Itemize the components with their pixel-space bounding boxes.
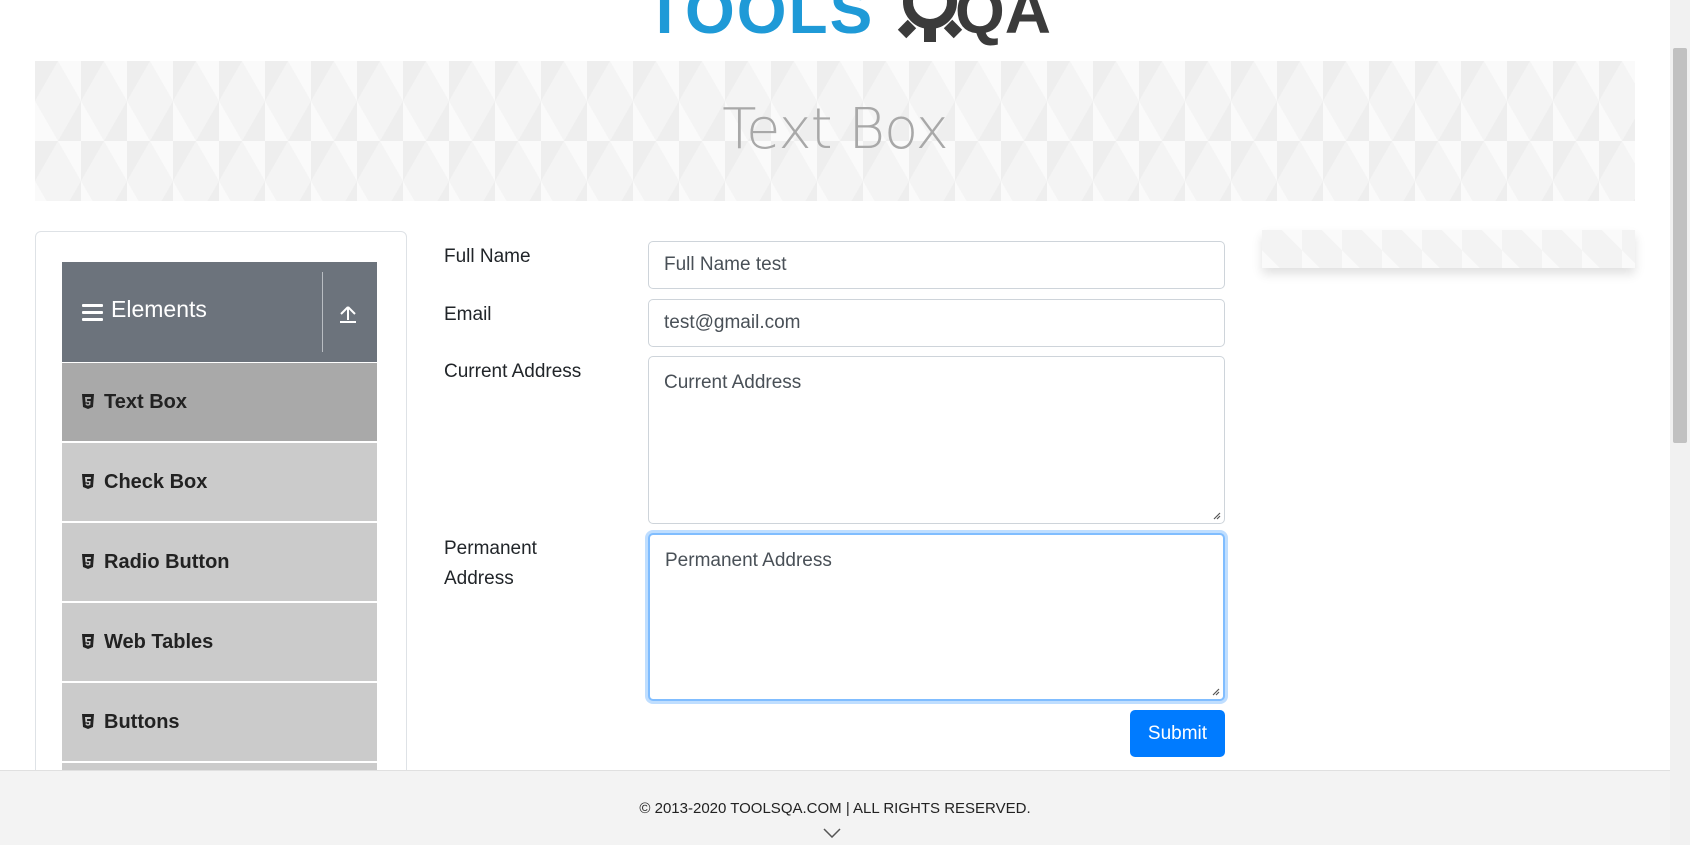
submit-button[interactable]: Submit [1130, 710, 1225, 757]
resize-grip-icon[interactable] [1211, 510, 1221, 520]
current-address-textarea[interactable]: Current Address [648, 356, 1225, 524]
html5-icon [82, 634, 94, 649]
resize-grip-icon[interactable] [1210, 686, 1220, 696]
sidebar-item-label: Text Box [104, 391, 187, 413]
sidebar-group-title: Elements [111, 296, 207, 322]
footer-copyright: © 2013-2020 TOOLSQA.COM | ALL RIGHTS RES… [639, 800, 1031, 817]
page-scrollbar[interactable] [1670, 0, 1690, 845]
upload-arrow-icon[interactable] [336, 302, 360, 326]
email-value: test@gmail.com [664, 312, 801, 333]
hamburger-icon [82, 304, 103, 322]
sidebar-item-radio-button[interactable]: Radio Button [62, 523, 377, 601]
scrollbar-thumb[interactable] [1673, 48, 1687, 443]
full-name-input[interactable]: Full Name test [648, 241, 1225, 289]
sidebar-item-label: Web Tables [104, 631, 214, 653]
sidebar-item-web-tables[interactable]: Web Tables [62, 603, 377, 681]
chevron-down-icon[interactable] [823, 828, 841, 838]
sidebar-item-label: Buttons [104, 711, 180, 733]
page-banner: Text Box [35, 61, 1635, 201]
permanent-address-label: Permanent Address [444, 534, 537, 594]
current-address-placeholder: Current Address [664, 372, 802, 393]
sidebar-item-check-box[interactable]: Check Box [62, 443, 377, 521]
email-input[interactable]: test@gmail.com [648, 299, 1225, 347]
full-name-label: Full Name [444, 246, 531, 267]
permanent-address-placeholder: Permanent Address [665, 550, 832, 571]
page: TOOLS QA Text Box Elements Text Box Chec… [0, 0, 1690, 845]
sidebar-group-elements[interactable]: Elements [62, 262, 377, 362]
permanent-address-label-line2: Address [444, 568, 514, 589]
sidebar-item-label: Check Box [104, 471, 208, 493]
header-divider [322, 272, 323, 352]
logo-text-tools: TOOLS [645, 0, 875, 47]
permanent-address-textarea[interactable]: Permanent Address [648, 533, 1225, 701]
sidebar-item-label: Radio Button [104, 551, 230, 573]
sidebar-item-text-box[interactable]: Text Box [62, 363, 377, 441]
footer: © 2013-2020 TOOLSQA.COM | ALL RIGHTS RES… [0, 770, 1670, 845]
html5-icon [82, 714, 94, 729]
site-logo[interactable]: TOOLS QA [645, 0, 1051, 49]
full-name-value: Full Name test [664, 254, 787, 275]
html5-icon [82, 554, 94, 569]
sidebar: Elements Text Box Check Box Radio Button [35, 231, 407, 845]
sidebar-item-buttons[interactable]: Buttons [62, 683, 377, 761]
email-label: Email [444, 304, 492, 325]
ad-banner[interactable] [1262, 230, 1635, 268]
permanent-address-label-line1: Permanent [444, 538, 537, 559]
html5-icon [82, 394, 94, 409]
page-title: Text Box [722, 97, 948, 162]
current-address-label: Current Address [444, 361, 582, 382]
logo-text-qa: QA [955, 0, 1051, 47]
html5-icon [82, 474, 94, 489]
